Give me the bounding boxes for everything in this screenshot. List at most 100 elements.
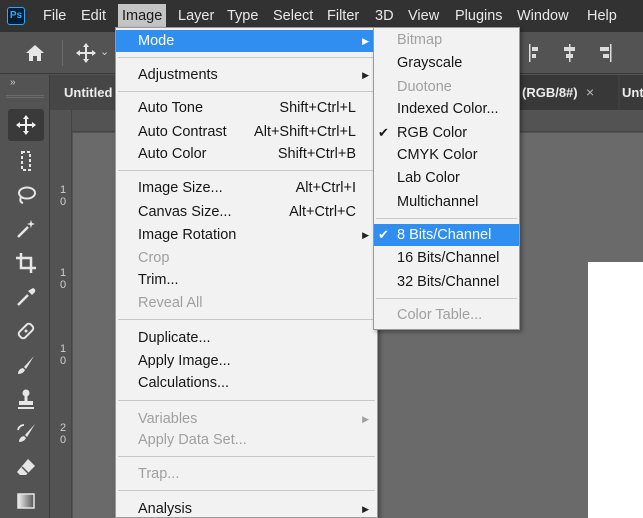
clone-stamp-tool-icon[interactable]	[8, 383, 44, 415]
submenu-arrow-icon: ▶	[362, 36, 369, 46]
menu-item-label: Analysis	[138, 501, 192, 517]
menu-separator	[118, 170, 375, 171]
move-tool-icon[interactable]	[8, 109, 44, 141]
lasso-tool-icon[interactable]	[8, 179, 44, 211]
submenu-item-color-table: Color Table...	[374, 304, 519, 326]
align-horizontal-centers-icon	[564, 44, 575, 62]
submenu-arrow-icon: ▶	[362, 504, 369, 514]
submenu-item-label: 32 Bits/Channel	[397, 274, 500, 290]
submenu-item-label: Color Table...	[397, 307, 483, 323]
history-brush-tool-icon[interactable]	[8, 417, 44, 449]
submenu-item-label: Grayscale	[397, 55, 463, 71]
panel-grip[interactable]	[6, 95, 44, 98]
menu-item-label: Auto Contrast	[138, 124, 227, 140]
gradient-tool-icon[interactable]	[8, 485, 44, 517]
menu-item-label: Variables	[138, 411, 198, 427]
ruler-mark: 0	[59, 279, 67, 291]
photoshop-logo-icon[interactable]: Ps	[7, 7, 25, 25]
submenu-item-32-bits[interactable]: 32 Bits/Channel	[374, 271, 519, 293]
options-divider	[62, 40, 63, 66]
close-icon[interactable]: ×	[586, 75, 594, 110]
menu-item-shortcut: Alt+Shift+Ctrl+L	[254, 124, 356, 140]
ruler-mark: 0	[59, 434, 67, 446]
menu-separator	[376, 218, 517, 219]
menu-item-duplicate[interactable]: Duplicate...	[116, 327, 377, 349]
menu-item-canvas-size[interactable]: Canvas Size... Alt+Ctrl+C	[116, 201, 377, 223]
menu-item-label: Duplicate...	[138, 330, 211, 346]
menu-item-auto-tone[interactable]: Auto Tone Shift+Ctrl+L	[116, 97, 377, 119]
submenu-item-label: RGB Color	[397, 125, 468, 141]
submenu-item-label: 16 Bits/Channel	[397, 250, 500, 266]
menu-item-adjustments[interactable]: Adjustments ▶	[116, 64, 377, 86]
menu-item-label: Reveal All	[138, 295, 203, 311]
chevron-down-icon[interactable]: ⌄	[100, 45, 109, 58]
submenu-item-grayscale[interactable]: Grayscale	[374, 52, 519, 74]
document-canvas[interactable]	[588, 262, 643, 518]
menu-item-label: Apply Image...	[138, 353, 231, 369]
menu-help[interactable]: Help	[587, 0, 617, 32]
eyedropper-tool-icon[interactable]	[8, 281, 44, 313]
ruler-mark: 1	[59, 267, 67, 279]
healing-brush-tool-icon[interactable]	[8, 315, 44, 347]
crop-tool-icon[interactable]	[8, 247, 44, 279]
menu-item-auto-color[interactable]: Auto Color Shift+Ctrl+B	[116, 143, 377, 165]
ruler-mark: 1	[59, 184, 67, 196]
menu-window[interactable]: Window	[517, 0, 569, 32]
menu-item-auto-contrast[interactable]: Auto Contrast Alt+Shift+Ctrl+L	[116, 121, 377, 143]
tools-panel: »	[0, 75, 50, 518]
menu-image[interactable]: Image	[118, 4, 167, 29]
submenu-item-cmyk-color[interactable]: CMYK Color	[374, 144, 519, 166]
submenu-item-16-bits[interactable]: 16 Bits/Channel	[374, 247, 519, 269]
menu-item-apply-image[interactable]: Apply Image...	[116, 350, 377, 372]
menu-item-label: Trim...	[138, 272, 179, 288]
mode-submenu: Bitmap Grayscale Duotone Indexed Color..…	[373, 27, 520, 330]
menu-item-crop: Crop	[116, 247, 377, 269]
menu-item-image-rotation[interactable]: Image Rotation ▶	[116, 224, 377, 246]
menu-item-label: Auto Tone	[138, 100, 204, 116]
tab-untitled-3[interactable]: Unt	[620, 75, 643, 110]
align-left-edges-icon	[529, 44, 538, 62]
magic-wand-tool-icon[interactable]	[8, 213, 44, 245]
brush-tool-icon[interactable]	[8, 349, 44, 381]
checkmark-icon: ✔	[378, 125, 389, 140]
menu-item-apply-data-set: Apply Data Set...	[116, 429, 377, 451]
menu-file[interactable]: File	[43, 0, 66, 32]
menu-item-label: Crop	[138, 250, 170, 266]
submenu-item-label: Lab Color	[397, 170, 460, 186]
menu-item-image-size[interactable]: Image Size... Alt+Ctrl+I	[116, 177, 377, 199]
submenu-item-multichannel[interactable]: Multichannel	[374, 191, 519, 213]
move-tool-preset-icon[interactable]	[75, 42, 97, 64]
menu-item-label: Auto Color	[138, 146, 207, 162]
submenu-item-label: CMYK Color	[397, 147, 478, 163]
menu-separator	[118, 57, 375, 58]
menu-item-shortcut: Shift+Ctrl+B	[277, 146, 356, 162]
menu-item-label: Apply Data Set...	[138, 432, 247, 448]
panel-collapse-icon[interactable]: »	[10, 77, 15, 88]
menu-item-label: Adjustments	[138, 67, 218, 83]
marquee-tool-icon[interactable]	[8, 145, 44, 177]
menu-item-label: Image Size...	[138, 180, 223, 196]
tab-document-active[interactable]: (RGB/8#)	[518, 75, 618, 110]
ruler-mark: 1	[59, 343, 67, 355]
menu-item-mode[interactable]: Mode ▶	[116, 30, 377, 52]
menu-edit[interactable]: Edit	[81, 0, 106, 32]
submenu-arrow-icon: ▶	[362, 70, 369, 80]
eraser-tool-icon[interactable]	[8, 451, 44, 483]
submenu-item-lab-color[interactable]: Lab Color	[374, 167, 519, 189]
home-icon[interactable]	[24, 42, 46, 64]
menu-item-label: Trap...	[138, 466, 180, 482]
menu-separator	[376, 298, 517, 299]
tab-untitled-1[interactable]: Untitled	[50, 75, 116, 110]
submenu-item-rgb-color[interactable]: ✔ RGB Color	[374, 122, 519, 144]
menu-item-shortcut: Alt+Ctrl+I	[295, 180, 356, 196]
menu-item-label: Calculations...	[138, 375, 230, 391]
menu-item-analysis[interactable]: Analysis ▶	[116, 498, 377, 518]
align-right-edges-icon	[600, 44, 612, 62]
menu-separator	[118, 400, 375, 401]
menu-item-shortcut: Alt+Ctrl+C	[289, 204, 356, 220]
submenu-arrow-icon: ▶	[362, 230, 369, 240]
menu-item-trim[interactable]: Trim...	[116, 269, 377, 291]
submenu-item-8-bits[interactable]: ✔ 8 Bits/Channel	[374, 224, 519, 246]
menu-item-calculations[interactable]: Calculations...	[116, 372, 377, 394]
submenu-item-indexed-color[interactable]: Indexed Color...	[374, 98, 519, 120]
